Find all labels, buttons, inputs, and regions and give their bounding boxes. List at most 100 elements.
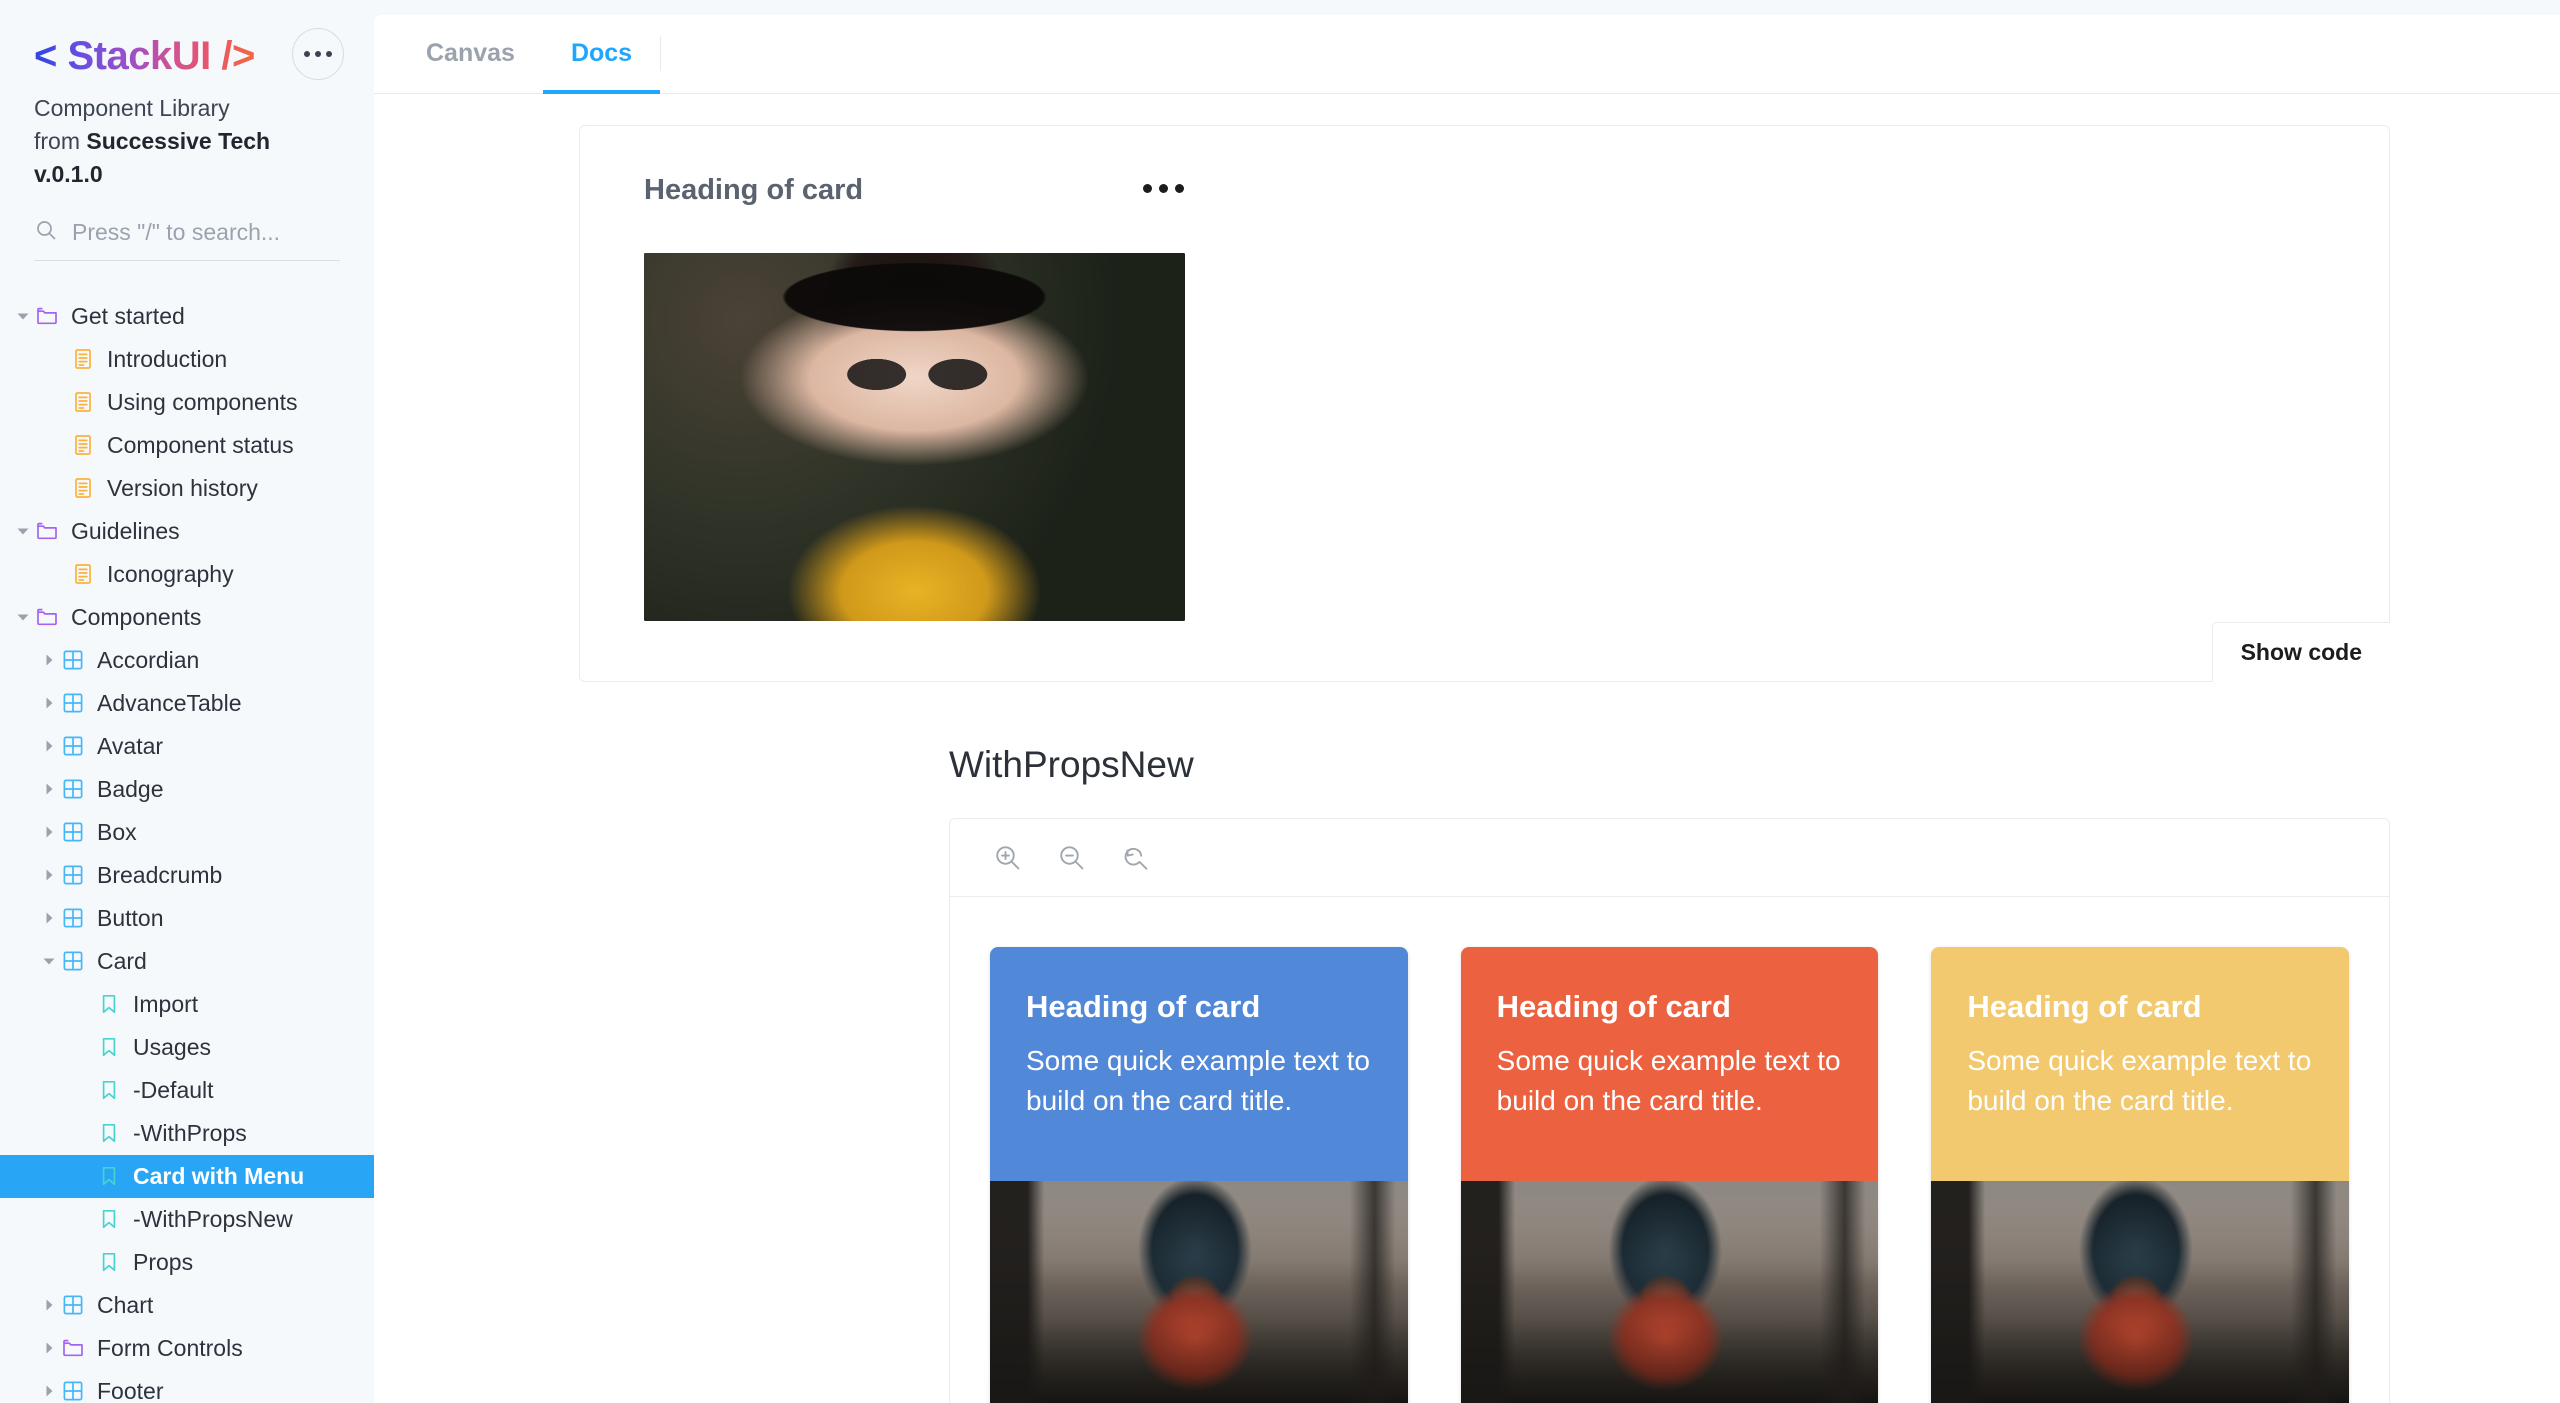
sidebar-item-label: Import: [133, 991, 198, 1018]
room-photo: [990, 1181, 1408, 1403]
folder-icon: [34, 519, 60, 543]
sidebar-item-get-started[interactable]: Get started: [0, 295, 374, 338]
component-icon: [60, 691, 86, 715]
brand-block: < StackUI /> Component Library from Succ…: [0, 0, 374, 188]
sidebar-item-label: Chart: [97, 1292, 153, 1319]
sidebar-item-label: Box: [97, 819, 137, 846]
sidebar-item-label: Iconography: [107, 561, 234, 588]
stackui-logo[interactable]: < StackUI />: [34, 34, 255, 78]
sidebar-item-advancetable[interactable]: AdvanceTable: [0, 682, 374, 725]
sidebar-item-label: Badge: [97, 776, 164, 803]
tab-canvas[interactable]: Canvas: [398, 14, 543, 93]
zoom-toolbar: [950, 819, 2389, 897]
preview-inner: Heading of card: [580, 126, 2389, 681]
chevron-right-icon[interactable]: [38, 1297, 60, 1313]
sidebar-item-footer[interactable]: Footer: [0, 1370, 374, 1403]
sidebar-item-label: Button: [97, 905, 164, 932]
dot-1: [304, 51, 310, 57]
sidebar-item-card-with-menu[interactable]: Card with Menu: [0, 1155, 374, 1198]
chevron-right-icon[interactable]: [38, 1383, 60, 1399]
sidebar-item-badge[interactable]: Badge: [0, 768, 374, 811]
sidebar-item-card[interactable]: Card: [0, 940, 374, 983]
chevron-down-icon[interactable]: [12, 523, 34, 539]
search-input[interactable]: [72, 219, 340, 246]
demo-card-title: Heading of card: [1967, 989, 2313, 1025]
sidebar-item-label: -WithPropsNew: [133, 1206, 293, 1233]
tab-docs[interactable]: Docs: [543, 14, 660, 93]
kebab-menu-icon[interactable]: [1143, 174, 1184, 193]
demo-card-image: [1461, 1181, 1879, 1403]
storybook-app: < StackUI /> Component Library from Succ…: [0, 0, 2560, 1403]
chevron-down-icon[interactable]: [38, 953, 60, 969]
bookmark-icon: [96, 1078, 122, 1102]
folder-icon: [34, 605, 60, 629]
sidebar-item-introduction[interactable]: Introduction: [0, 338, 374, 381]
zoom-reset-icon[interactable]: [1118, 840, 1154, 876]
search-box[interactable]: [34, 218, 340, 261]
sidebar-item-version-history[interactable]: Version history: [0, 467, 374, 510]
main-area: Canvas Docs Heading of card: [374, 0, 2560, 1403]
sidebar-item-guidelines[interactable]: Guidelines: [0, 510, 374, 553]
sidebar-item-label: Introduction: [107, 346, 227, 373]
chevron-right-icon[interactable]: [38, 867, 60, 883]
sidebar-item-label: AdvanceTable: [97, 690, 242, 717]
sidebar-item-import[interactable]: Import: [0, 983, 374, 1026]
zoom-in-icon[interactable]: [990, 840, 1026, 876]
chevron-right-icon[interactable]: [38, 738, 60, 754]
docs-scroll-region[interactable]: Heading of card Show c: [374, 95, 2560, 1403]
sidebar-item-iconography[interactable]: Iconography: [0, 553, 374, 596]
sidebar-item-avatar[interactable]: Avatar: [0, 725, 374, 768]
sidebar-item-label: Guidelines: [71, 518, 180, 545]
demo-card-text: Some quick example text to build on the …: [1026, 1041, 1372, 1121]
kebab-dot-2: [1159, 184, 1168, 193]
card-header: Heading of card: [644, 174, 1184, 207]
chevron-right-icon[interactable]: [38, 652, 60, 668]
chevron-down-icon[interactable]: [12, 609, 34, 625]
sidebar-item-using-components[interactable]: Using components: [0, 381, 374, 424]
sidebar-item-button[interactable]: Button: [0, 897, 374, 940]
tab-bar: Canvas Docs: [374, 14, 2560, 94]
cards-row: Heading of card Some quick example text t…: [950, 897, 2389, 1403]
sidebar-item-components[interactable]: Components: [0, 596, 374, 639]
bookmark-icon: [96, 1207, 122, 1231]
sidebar-item-box[interactable]: Box: [0, 811, 374, 854]
card-title: Heading of card: [644, 174, 863, 207]
sidebar-item-chart[interactable]: Chart: [0, 1284, 374, 1327]
component-icon: [60, 863, 86, 887]
sidebar-item-usages[interactable]: Usages: [0, 1026, 374, 1069]
component-icon: [60, 906, 86, 930]
folder-icon: [34, 304, 60, 328]
demo-card: Heading of cardSome quick example text t…: [1461, 947, 1879, 1403]
preview-withpropsnew: Heading of card Some quick example text t…: [949, 818, 2390, 1403]
sidebar-item-form-controls[interactable]: Form Controls: [0, 1327, 374, 1370]
component-icon: [60, 648, 86, 672]
sidebar-item-props[interactable]: Props: [0, 1241, 374, 1284]
sidebar-item-withprops[interactable]: -WithProps: [0, 1112, 374, 1155]
chevron-right-icon[interactable]: [38, 781, 60, 797]
tagline-line1: Component Library: [34, 92, 324, 125]
component-icon: [60, 777, 86, 801]
sidebar-item-accordian[interactable]: Accordian: [0, 639, 374, 682]
chevron-right-icon[interactable]: [38, 1340, 60, 1356]
zoom-out-icon[interactable]: [1054, 840, 1090, 876]
folder-icon: [60, 1336, 86, 1360]
demo-card-text: Some quick example text to build on the …: [1497, 1041, 1843, 1121]
sidebar-item-withpropsnew[interactable]: -WithPropsNew: [0, 1198, 374, 1241]
sidebar-item-label: Breadcrumb: [97, 862, 222, 889]
bookmark-icon: [96, 1121, 122, 1145]
sidebar-item-breadcrumb[interactable]: Breadcrumb: [0, 854, 374, 897]
sidebar-item-label: Form Controls: [97, 1335, 243, 1362]
sidebar-item-component-status[interactable]: Component status: [0, 424, 374, 467]
chevron-down-icon[interactable]: [12, 308, 34, 324]
document-icon: [70, 562, 96, 586]
card-image: [644, 253, 1185, 621]
sidebar-item-label: Component status: [107, 432, 294, 459]
document-icon: [70, 347, 96, 371]
preview-card-with-menu: Heading of card Show c: [579, 125, 2390, 682]
more-options-button[interactable]: [292, 28, 344, 80]
chevron-right-icon[interactable]: [38, 910, 60, 926]
show-code-button[interactable]: Show code: [2212, 622, 2390, 682]
sidebar-item-default[interactable]: -Default: [0, 1069, 374, 1112]
chevron-right-icon[interactable]: [38, 824, 60, 840]
chevron-right-icon[interactable]: [38, 695, 60, 711]
